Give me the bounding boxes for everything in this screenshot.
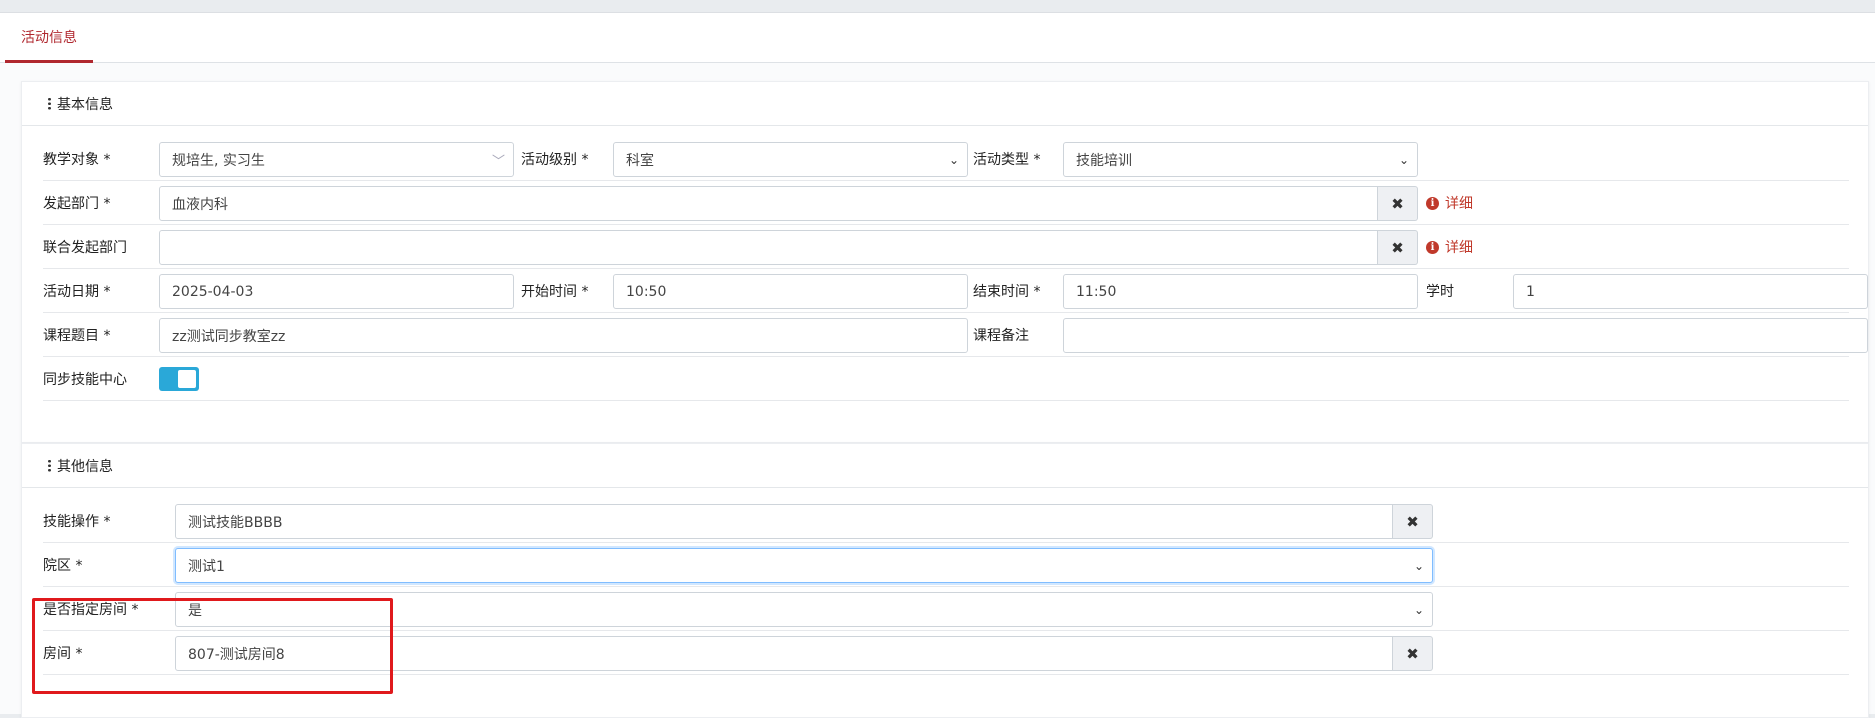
skill-clear-button[interactable]: ✖: [1393, 504, 1433, 539]
activity-level-select[interactable]: 科室 ⌄: [613, 142, 968, 177]
dept-value: 血液内科: [172, 196, 228, 213]
row-joint-dept: 联合发起部门 ✖ i 详细: [43, 225, 1849, 269]
close-icon: ✖: [1406, 512, 1419, 531]
chevron-down-icon: ⌄: [948, 152, 959, 167]
course-field[interactable]: zz测试同步教室zz: [159, 318, 968, 353]
chevron-down-icon: ⌄: [1413, 602, 1424, 617]
end-time-field[interactable]: 11:50: [1063, 274, 1418, 309]
dept-clear-button[interactable]: ✖: [1378, 186, 1418, 221]
dept-label: 发起部门 *: [43, 196, 111, 212]
other-info-header: 其他信息: [22, 444, 1868, 488]
info-icon: i: [1426, 196, 1439, 210]
other-info-title: 其他信息: [57, 458, 113, 475]
sync-toggle[interactable]: [159, 367, 199, 391]
campus-select[interactable]: 测试1 ⌄: [175, 548, 1433, 583]
basic-info-card: 基本信息 教学对象 * 规培生, 实习生 ﹀ 活动级别 * 科室 ⌄ 活动类型 …: [21, 81, 1869, 443]
joint-dept-detail-link[interactable]: i 详细: [1426, 225, 1473, 269]
dept-field[interactable]: 血液内科: [159, 186, 1378, 221]
top-strip: [0, 0, 1875, 13]
hours-field[interactable]: 1: [1513, 274, 1868, 309]
joint-dept-detail-label: 详细: [1445, 240, 1473, 256]
end-time-value: 11:50: [1076, 283, 1117, 300]
campus-label: 院区 *: [43, 558, 83, 574]
hours-value: 1: [1526, 283, 1535, 300]
remark-field[interactable]: [1063, 318, 1868, 353]
dept-detail-link[interactable]: i 详细: [1426, 181, 1473, 225]
basic-info-title: 基本信息: [57, 96, 113, 113]
end-time-label: 结束时间 *: [973, 284, 1041, 300]
hours-label: 学时: [1426, 284, 1454, 300]
activity-level-value: 科室: [626, 152, 654, 169]
skill-value: 测试技能BBBB: [188, 514, 283, 531]
remark-label: 课程备注: [973, 328, 1029, 344]
chevron-down-icon: ⌄: [1398, 152, 1409, 167]
row-course: 课程题目 * zz测试同步教室zz 课程备注: [43, 313, 1868, 357]
tab-activity-info[interactable]: 活动信息: [5, 13, 93, 63]
course-label: 课程题目 *: [43, 328, 111, 344]
highlight-box: [32, 598, 393, 694]
teaching-target-select[interactable]: 规培生, 实习生 ﹀: [159, 142, 514, 177]
activity-type-select[interactable]: 技能培训 ⌄: [1063, 142, 1418, 177]
chevron-down-icon: ﹀: [491, 154, 505, 169]
row-sync: 同步技能中心: [43, 357, 1849, 401]
date-value: 2025-04-03: [172, 283, 254, 300]
row-dept: 发起部门 * 血液内科 ✖ i 详细: [43, 181, 1849, 225]
sync-label: 同步技能中心: [43, 372, 127, 388]
row-date-time: 活动日期 * 2025-04-03 开始时间 * 10:50 结束时间 * 11…: [43, 269, 1868, 313]
close-icon: ✖: [1406, 644, 1419, 663]
info-icon: i: [1426, 240, 1439, 254]
activity-type-value: 技能培训: [1076, 152, 1132, 169]
activity-level-label: 活动级别 *: [521, 152, 589, 168]
row-skill: 技能操作 * 测试技能BBBB ✖: [43, 499, 1849, 543]
dept-detail-label: 详细: [1445, 196, 1473, 212]
row-target-level-type: 教学对象 * 规培生, 实习生 ﹀ 活动级别 * 科室 ⌄ 活动类型 * 技能培…: [43, 137, 1849, 181]
vertical-dots-icon: [48, 97, 51, 110]
start-time-label: 开始时间 *: [521, 284, 589, 300]
chevron-down-icon: ⌄: [1413, 558, 1424, 573]
teaching-target-value: 规培生, 实习生: [172, 152, 265, 169]
vertical-dots-icon: [48, 459, 51, 472]
skill-label: 技能操作 *: [43, 514, 111, 530]
toggle-knob: [178, 370, 196, 388]
skill-field[interactable]: 测试技能BBBB: [175, 504, 1393, 539]
date-label: 活动日期 *: [43, 284, 111, 300]
start-time-field[interactable]: 10:50: [613, 274, 968, 309]
close-icon: ✖: [1391, 238, 1404, 257]
start-time-value: 10:50: [626, 283, 667, 300]
tab-bar: 活动信息: [0, 13, 1875, 63]
close-icon: ✖: [1391, 194, 1404, 213]
joint-dept-clear-button[interactable]: ✖: [1378, 230, 1418, 265]
teaching-target-label: 教学对象 *: [43, 152, 111, 168]
course-value: zz测试同步教室zz: [172, 328, 286, 345]
campus-value: 测试1: [188, 558, 225, 575]
activity-type-label: 活动类型 *: [973, 152, 1041, 168]
joint-dept-field[interactable]: [159, 230, 1378, 265]
room-clear-button[interactable]: ✖: [1393, 636, 1433, 671]
date-field[interactable]: 2025-04-03: [159, 274, 514, 309]
joint-dept-label: 联合发起部门: [43, 240, 127, 256]
row-campus: 院区 * 测试1 ⌄: [43, 543, 1849, 587]
basic-info-header: 基本信息: [22, 82, 1868, 126]
